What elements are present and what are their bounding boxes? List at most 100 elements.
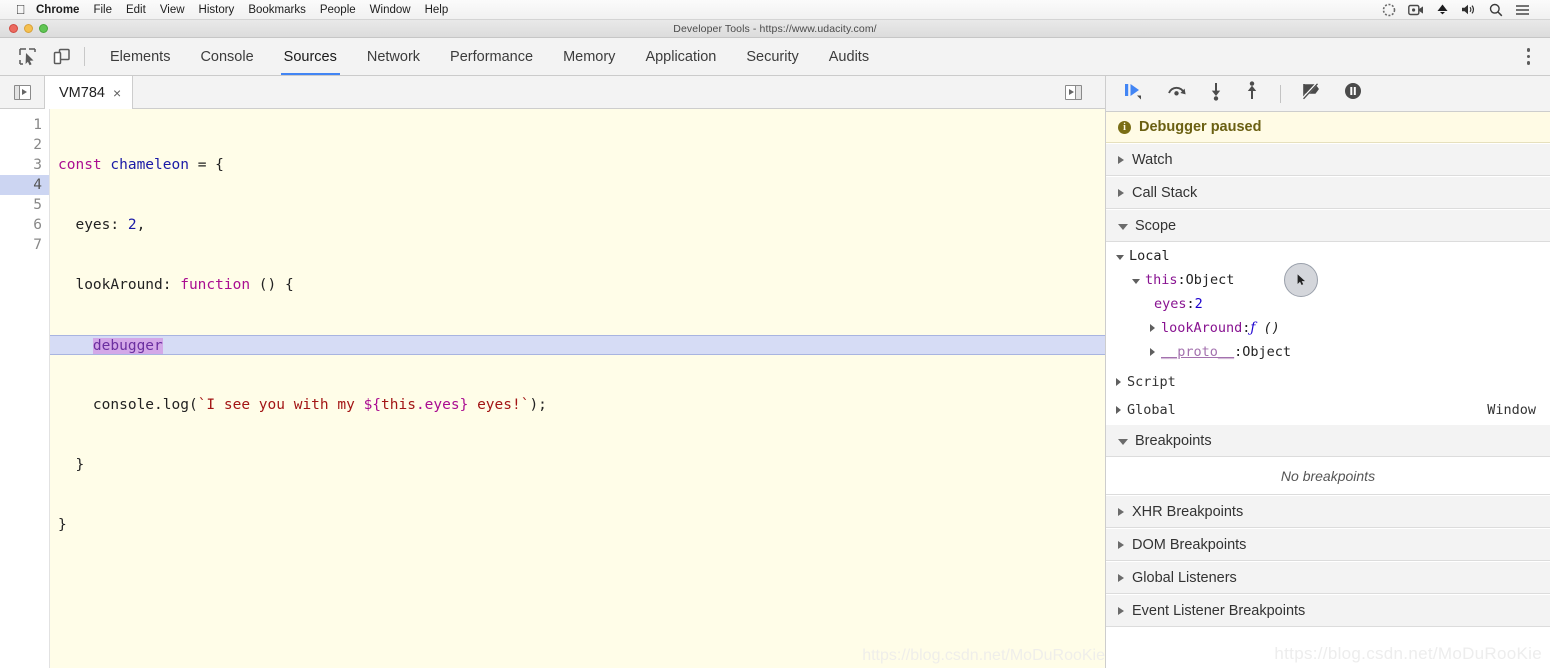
section-global-listeners[interactable]: Global Listeners xyxy=(1106,561,1550,594)
dotted-circle-icon[interactable] xyxy=(1382,3,1396,17)
file-tab-label: VM784 xyxy=(59,84,105,101)
debugger-paused-text: Debugger paused xyxy=(1139,119,1262,135)
deactivate-breakpoints-button[interactable] xyxy=(1301,82,1323,105)
menu-item-edit[interactable]: Edit xyxy=(126,4,146,16)
resume-script-execution-button[interactable] xyxy=(1124,82,1146,105)
section-event-listener-breakpoints[interactable]: Event Listener Breakpoints xyxy=(1106,594,1550,627)
scope-eyes-name: eyes xyxy=(1154,296,1187,312)
debugger-paused-banner: i Debugger paused xyxy=(1106,112,1550,143)
toolbar-divider xyxy=(84,47,85,66)
menu-item-file[interactable]: File xyxy=(93,4,112,16)
chevron-down-icon xyxy=(1132,278,1140,284)
kebab-menu-icon[interactable] xyxy=(1521,42,1537,71)
show-debugger-sidebar-icon[interactable] xyxy=(1051,84,1095,100)
devtools-tabs: Elements Console Sources Network Perform… xyxy=(95,38,884,75)
tab-sources[interactable]: Sources xyxy=(269,38,352,75)
line-number: 5 xyxy=(33,197,42,213)
section-call-stack[interactable]: Call Stack xyxy=(1106,176,1550,209)
chevron-right-icon xyxy=(1118,155,1124,164)
sidebar-empty-space xyxy=(1106,627,1550,668)
macos-menu-bar:  Chrome File Edit View History Bookmark… xyxy=(0,0,1550,20)
scope-lookaround-name: lookAround xyxy=(1161,320,1243,336)
file-tabbar-right xyxy=(1051,76,1105,108)
section-call-stack-label: Call Stack xyxy=(1132,184,1198,201)
chevron-right-icon xyxy=(1118,540,1124,549)
line-number: 7 xyxy=(33,237,42,253)
line-number: 6 xyxy=(33,217,42,233)
tab-audits[interactable]: Audits xyxy=(814,38,884,75)
chevron-right-icon xyxy=(1118,573,1124,582)
tab-application[interactable]: Application xyxy=(630,38,731,75)
apple-logo-icon[interactable]:  xyxy=(14,3,27,17)
step-over-button[interactable] xyxy=(1166,82,1188,105)
control-center-icon[interactable] xyxy=(1515,4,1530,16)
line-number: 1 xyxy=(33,117,42,133)
chevron-right-icon xyxy=(1118,606,1124,615)
code-editor[interactable]: 1 2 3 4 5 6 7 const chameleon = { eyes: … xyxy=(0,109,1105,668)
menu-item-people[interactable]: People xyxy=(320,4,356,16)
pause-on-exceptions-button[interactable] xyxy=(1343,81,1363,106)
screen-record-icon[interactable] xyxy=(1408,4,1424,16)
scope-row-eyes[interactable]: eyes : 2 xyxy=(1106,292,1550,316)
menu-item-window[interactable]: Window xyxy=(370,4,411,16)
scope-row-this[interactable]: this : Object xyxy=(1106,263,1550,297)
tab-network[interactable]: Network xyxy=(352,38,435,75)
tab-elements[interactable]: Elements xyxy=(95,38,185,75)
chevron-down-icon xyxy=(1116,254,1124,260)
chevron-right-icon xyxy=(1116,406,1121,414)
tab-performance[interactable]: Performance xyxy=(435,38,548,75)
device-toolbar-icon[interactable] xyxy=(44,38,78,75)
tab-memory[interactable]: Memory xyxy=(548,38,630,75)
menu-bar-status-icons xyxy=(1382,3,1530,17)
scope-this-name: this xyxy=(1145,272,1178,288)
close-icon[interactable]: × xyxy=(113,86,121,100)
chevron-down-icon xyxy=(1118,223,1128,230)
no-breakpoints-message: No breakpoints xyxy=(1106,457,1550,495)
window-title: Developer Tools - https://www.udacity.co… xyxy=(673,22,877,35)
inspect-element-icon[interactable] xyxy=(10,38,44,75)
file-tab-bar: VM784 × xyxy=(0,76,1105,109)
scope-row-proto[interactable]: __proto__ : Object xyxy=(1106,340,1550,364)
volume-icon[interactable] xyxy=(1461,3,1477,16)
scope-script-label: Script xyxy=(1127,374,1176,390)
scope-row-lookaround[interactable]: lookAround : ƒ () xyxy=(1106,316,1550,340)
tab-console[interactable]: Console xyxy=(185,38,268,75)
scope-section-script[interactable]: Script xyxy=(1106,368,1550,396)
section-watch[interactable]: Watch xyxy=(1106,143,1550,176)
menu-item-history[interactable]: History xyxy=(199,4,235,16)
step-into-button[interactable] xyxy=(1208,81,1224,106)
scope-row-local[interactable]: Local xyxy=(1106,244,1550,268)
code-line-4-active: debugger xyxy=(50,335,1105,355)
chevron-down-icon xyxy=(1118,438,1128,445)
file-tab-vm784[interactable]: VM784 × xyxy=(44,76,134,109)
show-navigator-icon[interactable] xyxy=(0,76,44,108)
window-title-bar: Developer Tools - https://www.udacity.co… xyxy=(0,20,1550,38)
dropbox-icon[interactable] xyxy=(1436,3,1449,16)
scope-proto-value: Object xyxy=(1242,344,1292,360)
scope-section-global[interactable]: Global Window xyxy=(1106,396,1550,424)
menu-item-chrome[interactable]: Chrome xyxy=(36,4,79,16)
info-icon: i xyxy=(1118,120,1131,134)
section-breakpoints[interactable]: Breakpoints xyxy=(1106,424,1550,457)
code-line-6: } xyxy=(58,457,85,473)
spotlight-search-icon[interactable] xyxy=(1489,3,1503,17)
section-dom-breakpoints[interactable]: DOM Breakpoints xyxy=(1106,528,1550,561)
line-number-gutter: 1 2 3 4 5 6 7 xyxy=(0,109,50,668)
chevron-right-icon xyxy=(1118,188,1124,197)
section-scope[interactable]: Scope xyxy=(1106,209,1550,242)
scope-tree: Local this : Object eyes : 2 lookAround … xyxy=(1106,242,1550,368)
code-content[interactable]: const chameleon = { eyes: 2, lookAround:… xyxy=(50,109,1105,668)
line-number: 2 xyxy=(33,137,42,153)
menu-item-view[interactable]: View xyxy=(160,4,185,16)
menu-item-bookmarks[interactable]: Bookmarks xyxy=(248,4,306,16)
scope-global-value: Window xyxy=(1487,402,1536,418)
chevron-right-icon xyxy=(1150,324,1155,332)
tab-security[interactable]: Security xyxy=(731,38,813,75)
section-dom-breakpoints-label: DOM Breakpoints xyxy=(1132,536,1247,553)
step-out-button[interactable] xyxy=(1244,81,1260,106)
scope-this-sep: : xyxy=(1177,272,1186,288)
scope-proto-name: __proto__ xyxy=(1161,344,1235,360)
section-xhr-breakpoints[interactable]: XHR Breakpoints xyxy=(1106,495,1550,528)
menu-item-help[interactable]: Help xyxy=(425,4,449,16)
scope-lookaround-value: () xyxy=(1255,320,1280,336)
